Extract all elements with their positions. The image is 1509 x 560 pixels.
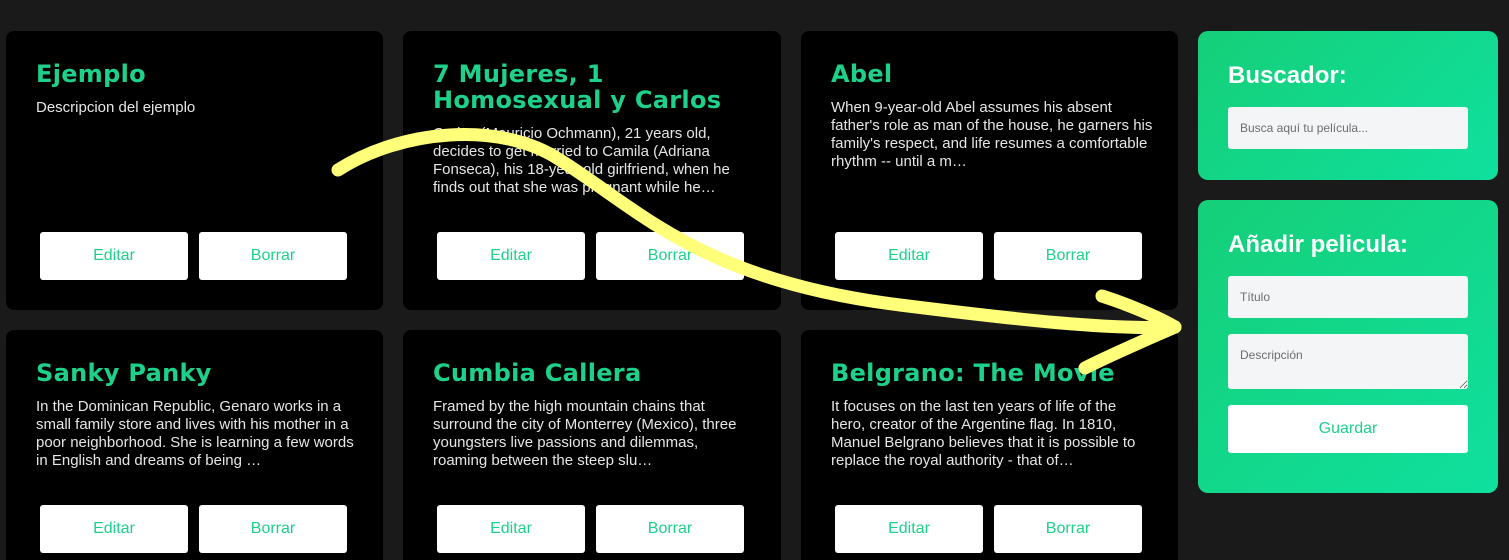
delete-button[interactable]: Borrar xyxy=(994,505,1142,553)
movie-title: Abel xyxy=(831,60,893,88)
edit-button[interactable]: Editar xyxy=(40,232,188,280)
add-movie-panel: Añadir pelicula: Guardar xyxy=(1198,200,1498,493)
movie-title: Cumbia Callera xyxy=(433,359,642,387)
movie-description: Carlos (Mauricio Ochmann), 21 years old,… xyxy=(433,125,730,196)
movie-card: Ejemplo Descripcion del ejemplo Editar B… xyxy=(6,31,383,310)
search-input[interactable] xyxy=(1228,107,1468,149)
movie-title-field[interactable] xyxy=(1228,276,1468,318)
movie-description: Framed by the high mountain chains that … xyxy=(433,398,737,469)
save-button[interactable]: Guardar xyxy=(1228,405,1468,453)
search-panel: Buscador: xyxy=(1198,31,1498,180)
movie-card: 7 Mujeres, 1 Homosexual y Carlos Carlos … xyxy=(403,31,781,310)
movie-card: Cumbia Callera Framed by the high mounta… xyxy=(403,330,781,560)
delete-button[interactable]: Borrar xyxy=(994,232,1142,280)
movie-title: Ejemplo xyxy=(36,60,146,88)
edit-button[interactable]: Editar xyxy=(40,505,188,553)
movie-description: Descripcion del ejemplo xyxy=(36,99,196,116)
edit-button[interactable]: Editar xyxy=(835,232,983,280)
search-title: Buscador: xyxy=(1228,62,1347,89)
page: Ejemplo Descripcion del ejemplo Editar B… xyxy=(0,0,1509,560)
edit-button[interactable]: Editar xyxy=(437,505,585,553)
movie-card: Belgrano: The Movie It focuses on the la… xyxy=(801,330,1178,560)
edit-button[interactable]: Editar xyxy=(835,505,983,553)
movie-card: Abel When 9-year-old Abel assumes his ab… xyxy=(801,31,1178,310)
movie-title: Sanky Panky xyxy=(36,359,212,387)
edit-button[interactable]: Editar xyxy=(437,232,585,280)
movie-title: 7 Mujeres, 1 Homosexual y Carlos xyxy=(433,60,722,114)
delete-button[interactable]: Borrar xyxy=(596,505,744,553)
delete-button[interactable]: Borrar xyxy=(596,232,744,280)
movie-description: When 9-year-old Abel assumes his absent … xyxy=(831,99,1153,170)
movie-description: It focuses on the last ten years of life… xyxy=(831,398,1136,469)
movie-description-field[interactable] xyxy=(1228,334,1468,389)
movie-description: In the Dominican Republic, Genaro works … xyxy=(36,398,354,469)
add-movie-title: Añadir pelicula: xyxy=(1228,231,1409,258)
delete-button[interactable]: Borrar xyxy=(199,232,347,280)
delete-button[interactable]: Borrar xyxy=(199,505,347,553)
movie-card: Sanky Panky In the Dominican Republic, G… xyxy=(6,330,383,560)
movie-title: Belgrano: The Movie xyxy=(831,359,1115,387)
